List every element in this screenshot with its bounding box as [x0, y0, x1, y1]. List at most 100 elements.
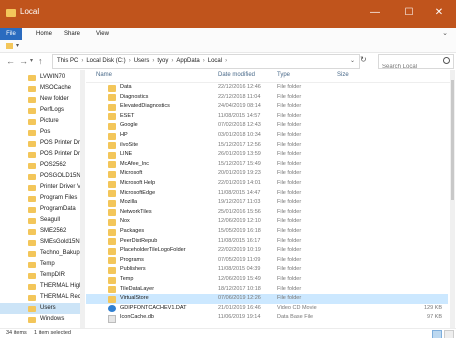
- file-row[interactable]: PlaceholderTileLogoFolder 22/02/2019 10:1…: [86, 246, 448, 256]
- file-type: File folder: [277, 256, 302, 263]
- column-header-type[interactable]: Type: [277, 72, 290, 78]
- file-row[interactable]: HP 03/01/2018 10:34 File folder: [86, 131, 448, 141]
- file-list-scroll-thumb[interactable]: [451, 80, 454, 200]
- forward-icon[interactable]: →: [19, 55, 28, 67]
- crumb-local-disk[interactable]: Local Disk (C:): [86, 58, 125, 64]
- file-row[interactable]: LINE 26/01/2019 13:59 File folder: [86, 150, 448, 160]
- file-type: File folder: [277, 199, 302, 206]
- nav-item[interactable]: LVWIN70: [0, 72, 80, 83]
- nav-item[interactable]: ProgramData: [0, 204, 80, 215]
- tab-home[interactable]: Home: [30, 28, 58, 40]
- address-bar[interactable]: This PC › Local Disk (C:) › Users › tyoy › AppDa…: [52, 54, 360, 69]
- file-row[interactable]: GDIPFONTCACHEV1.DAT 21/01/2019 16:46 Video…: [86, 304, 448, 314]
- file-date-modified: 15/12/2017 15:49: [218, 160, 261, 167]
- nav-item[interactable]: Picture: [0, 116, 80, 127]
- nav-item[interactable]: THERMAL Higl: [0, 281, 80, 292]
- minimize-button[interactable]: —: [362, 4, 388, 22]
- nav-item[interactable]: Windows: [0, 314, 80, 325]
- tab-file[interactable]: File: [0, 28, 22, 40]
- nav-item[interactable]: THERMAL Rec: [0, 292, 80, 303]
- file-row[interactable]: IconCache.db 11/06/2019 19:14 Data Base Fi…: [86, 313, 448, 323]
- crumb-local[interactable]: Local: [208, 58, 222, 64]
- nav-item[interactable]: POS Printer Dri: [0, 138, 80, 149]
- nav-item[interactable]: PerfLogs: [0, 105, 80, 116]
- file-name: GDIPFONTCACHEV1.DAT: [120, 304, 187, 311]
- file-row[interactable]: Temp 12/06/2019 15:49 File folder: [86, 275, 448, 285]
- file-row[interactable]: Microsoft 20/01/2019 19:23 File folder: [86, 169, 448, 179]
- file-row[interactable]: Packages 15/05/2019 16:18 File folder: [86, 227, 448, 237]
- nav-item[interactable]: POS2562: [0, 160, 80, 171]
- nav-item[interactable]: Program Files: [0, 193, 80, 204]
- file-row[interactable]: Publishers 11/08/2015 04:39 File folder: [86, 265, 448, 275]
- nav-item[interactable]: New folder: [0, 94, 80, 105]
- folder-icon: [28, 174, 36, 180]
- folder-icon: [28, 295, 36, 301]
- file-row[interactable]: Microsoft Help 22/01/2019 14:01 File folde…: [86, 179, 448, 189]
- nav-item[interactable]: Temp: [0, 259, 80, 270]
- navigation-pane-scrollbar[interactable]: [80, 70, 84, 328]
- crumb-this-pc[interactable]: This PC: [57, 58, 78, 64]
- nav-item[interactable]: POSGOLD15N: [0, 171, 80, 182]
- folder-icon: [108, 199, 116, 207]
- explorer-window: Local — ☐ ✕ File Home Share View ⌄ ▾ ← →…: [0, 0, 456, 338]
- up-icon[interactable]: ↑: [38, 55, 43, 67]
- file-name: ESET: [120, 112, 135, 119]
- nav-item[interactable]: Printer Driver V: [0, 182, 80, 193]
- folder-icon: [28, 262, 36, 268]
- ribbon-expand-icon[interactable]: ⌄: [442, 28, 448, 40]
- crumb-users[interactable]: Users: [134, 58, 150, 64]
- file-name: Microsoft: [120, 170, 143, 177]
- file-row[interactable]: ElevatedDiagnostics 24/04/2019 08:14 File …: [86, 102, 448, 112]
- nav-item[interactable]: TempDIR: [0, 270, 80, 281]
- nav-item[interactable]: Users: [0, 303, 80, 314]
- folder-icon: [28, 240, 36, 246]
- refresh-icon[interactable]: ↻: [360, 55, 367, 64]
- file-row[interactable]: iIvoSite 15/12/2017 12:56 File folder: [86, 141, 448, 151]
- search-icon[interactable]: [443, 57, 450, 64]
- file-date-modified: 11/08/2015 14:47: [218, 189, 261, 196]
- file-date-modified: 24/04/2019 08:14: [218, 103, 261, 110]
- details-view-icon[interactable]: [432, 330, 442, 338]
- file-type: File folder: [277, 84, 302, 90]
- file-date-modified: 21/01/2019 16:46: [218, 304, 261, 311]
- file-row[interactable]: PeerDistRepub 11/08/2015 16:17 File folder: [86, 237, 448, 247]
- file-row[interactable]: McAfee_Inc 15/12/2017 15:49 File folder: [86, 160, 448, 170]
- address-dropdown-icon[interactable]: ⌄: [350, 55, 355, 68]
- back-icon[interactable]: ←: [6, 55, 15, 67]
- file-row[interactable]: Mozilla 19/12/2017 11:03 File folder: [86, 198, 448, 208]
- search-box[interactable]: [378, 54, 454, 73]
- file-row[interactable]: Programs 07/05/2019 11:09 File folder: [86, 256, 448, 266]
- qat-folder-icon[interactable]: [6, 43, 13, 49]
- crumb-tyoy[interactable]: tyoy: [157, 58, 168, 64]
- nav-item-label: Program Files: [40, 195, 78, 201]
- nav-item[interactable]: Techno_Bakup: [0, 248, 80, 259]
- large-icons-view-icon[interactable]: [444, 330, 454, 338]
- file-row[interactable]: Nox 12/06/2019 12:10 File folder: [86, 217, 448, 227]
- column-header-name[interactable]: Name: [96, 72, 112, 78]
- file-row[interactable]: MicrosoftEdge 11/08/2015 14:47 File folder: [86, 189, 448, 199]
- nav-item[interactable]: SMEsGold15N1: [0, 237, 80, 248]
- file-row[interactable]: Diagnostics 22/12/2018 11:04 File folder: [86, 93, 448, 103]
- crumb-appdata[interactable]: AppData: [176, 58, 199, 64]
- nav-item[interactable]: Seagull: [0, 215, 80, 226]
- nav-item[interactable]: Pos: [0, 127, 80, 138]
- tab-view[interactable]: View: [90, 28, 115, 40]
- nav-item[interactable]: POS Printer Dri: [0, 149, 80, 160]
- qat-dropdown-icon[interactable]: ▾: [16, 42, 19, 49]
- column-header-size[interactable]: Size: [337, 72, 349, 78]
- folder-icon: [6, 9, 16, 17]
- nav-item[interactable]: SME2562: [0, 226, 80, 237]
- close-button[interactable]: ✕: [426, 4, 452, 22]
- file-row[interactable]: Google 07/02/2018 12:43 File folder: [86, 121, 448, 131]
- file-row[interactable]: NetworkTiles 25/01/2016 15:56 File folder: [86, 208, 448, 218]
- recent-locations-icon[interactable]: ▾: [30, 55, 33, 67]
- file-name: PeerDistRepub: [120, 237, 158, 244]
- column-header-date[interactable]: Date modified: [218, 72, 255, 78]
- file-row[interactable]: ESET 11/08/2015 14:57 File folder: [86, 112, 448, 122]
- file-row[interactable]: Data 22/12/2016 12:46 File folder: [86, 83, 448, 93]
- nav-item[interactable]: MSOCache: [0, 83, 80, 94]
- file-row[interactable]: VirtualStore 07/06/2019 12:26 File folder: [86, 294, 448, 304]
- tab-share[interactable]: Share: [58, 28, 86, 40]
- file-row[interactable]: TileDataLayer 18/12/2017 10:18 File folder: [86, 285, 448, 295]
- maximize-button[interactable]: ☐: [396, 4, 422, 22]
